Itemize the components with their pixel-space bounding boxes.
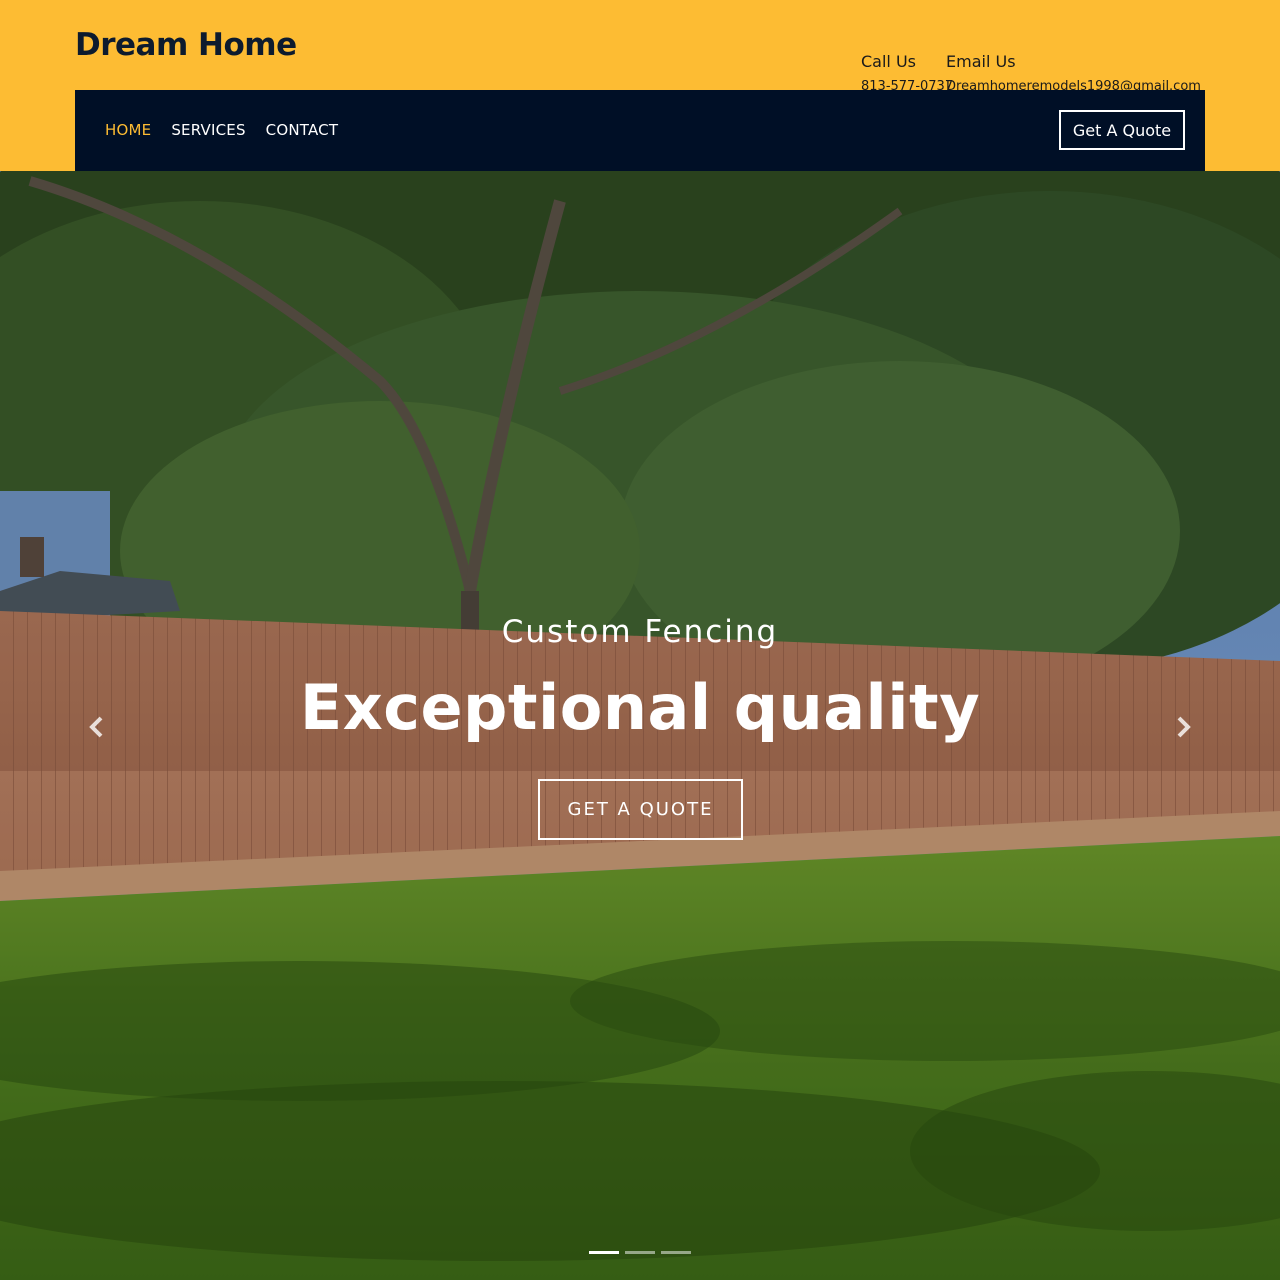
- nav-item-home[interactable]: HOME: [105, 121, 151, 139]
- carousel-indicator-2[interactable]: [625, 1251, 655, 1254]
- email-us-label: Email Us: [946, 52, 1016, 71]
- hero-subtitle: Custom Fencing: [501, 614, 779, 650]
- carousel-indicators: [589, 1251, 691, 1254]
- nav-item-contact[interactable]: CONTACT: [266, 121, 339, 139]
- call-us-label: Call Us: [861, 52, 916, 71]
- get-a-quote-button[interactable]: Get A Quote: [1059, 110, 1185, 150]
- carousel-indicator-3[interactable]: [661, 1251, 691, 1254]
- hero-get-a-quote-button[interactable]: GET A QUOTE: [538, 779, 743, 840]
- main-navbar: HOME SERVICES CONTACT Get A Quote: [75, 90, 1205, 171]
- hero-title: Exceptional quality: [299, 671, 981, 744]
- email-us-block: Email Us Dreamhomeremodels1998@gmail.com: [946, 52, 1201, 94]
- chevron-right-icon[interactable]: [1169, 712, 1199, 742]
- hero-carousel: Custom Fencing Exceptional quality GET A…: [0, 171, 1280, 1280]
- carousel-indicator-1[interactable]: [589, 1251, 619, 1254]
- nav-links: HOME SERVICES CONTACT: [105, 121, 338, 139]
- call-us-block: Call Us 813-577-0737: [861, 52, 953, 94]
- site-logo[interactable]: Dream Home: [75, 27, 297, 63]
- nav-item-services[interactable]: SERVICES: [171, 121, 245, 139]
- chevron-left-icon[interactable]: [81, 712, 111, 742]
- top-header: Dream Home Call Us 813-577-0737 Email Us…: [0, 0, 1280, 171]
